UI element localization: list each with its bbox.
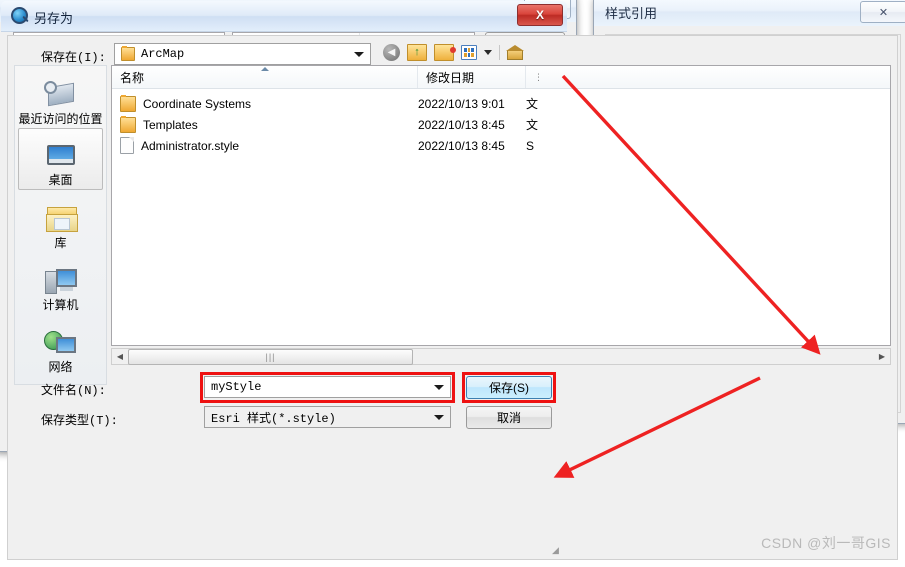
save-in-value: ArcMap [141,47,185,61]
chevron-down-icon[interactable] [434,415,444,420]
file-name-cell: Templates [112,115,418,133]
column-header-name[interactable]: 名称 [112,66,418,88]
place-label: 库 [54,236,67,250]
save-as-cancel-label: 取消 [496,411,521,425]
file-list[interactable]: 名称 修改日期 ⋮ Coordinate Systems 2022/10/13 … [111,65,891,346]
style-reference-close-button[interactable]: ✕ [860,1,905,23]
place-label: 桌面 [48,173,73,187]
filename-label: 文件名(N): [41,384,106,398]
file-date-cell: 2022/10/13 9:01 [418,96,505,111]
sort-ascending-icon [260,67,269,71]
filename-value: myStyle [211,380,262,394]
file-list-header: 名称 修改日期 ⋮ [112,66,890,89]
screenshot-root: 样式管理器 ✕ C:\Users\Administrator\AppData\R… [0,0,905,567]
column-header-date[interactable]: 修改日期 [418,66,526,88]
save-as-title: 另存为 [34,11,74,26]
table-row[interactable]: Templates 2022/10/13 8:45 文 [112,114,890,135]
file-type-cell: 文 [526,97,539,111]
place-label: 最近访问的位置 [18,112,103,126]
scroll-thumb[interactable]: ||| [128,348,413,365]
style-reference-title: 样式引用 [605,6,658,21]
scroll-right-icon[interactable]: ▶ [874,349,890,364]
place-computer[interactable]: 计算机 [15,252,106,314]
chevron-down-icon[interactable] [434,385,444,390]
file-list-hscrollbar[interactable]: ◀ ||| ▶ [111,348,891,365]
filetype-value: Esri 样式(*.style) [211,411,336,426]
network-icon [43,329,78,359]
close-icon: ✕ [878,6,889,19]
up-folder-icon[interactable]: ↑ [407,44,427,61]
style-reference-titlebar[interactable]: 样式引用 ✕ [594,0,905,27]
libraries-icon [44,205,78,235]
save-button[interactable]: 保存(S) [466,376,552,399]
save-as-dialog: 另存为 X 保存在(I): ArcMap ◀ ↑ 最近访问的位置 桌面 库 计算… [0,0,898,560]
views-dropdown-icon[interactable] [484,50,492,55]
resize-grip-icon[interactable]: ◢ [552,546,562,556]
chevron-down-icon[interactable] [354,52,364,57]
file-date-cell: 2022/10/13 8:45 [418,138,505,153]
place-label: 网络 [48,360,73,374]
save-as-titlebar[interactable]: 另存为 X [1,1,567,32]
place-network[interactable]: 网络 [15,314,106,376]
column-grip-icon: ⋮ [534,71,544,82]
table-row[interactable]: Administrator.style 2022/10/13 8:45 S [112,135,890,156]
new-folder-icon[interactable] [434,44,456,61]
app-icon [11,7,28,24]
table-row[interactable]: Coordinate Systems 2022/10/13 9:01 文 [112,93,890,114]
close-icon: X [535,8,544,22]
back-icon[interactable]: ◀ [383,44,400,61]
file-name-cell: Administrator.style [112,137,418,154]
folder-icon [120,115,136,133]
desktop-icon [44,142,78,172]
file-date-cell: 2022/10/13 8:45 [418,117,505,132]
folder-icon [121,46,135,61]
file-type-cell: S [526,138,535,153]
save-as-toolbar: ◀ ↑ [383,44,525,61]
save-as-content: 保存在(I): ArcMap ◀ ↑ 最近访问的位置 桌面 库 计算机 网络 名… [7,35,898,560]
document-icon [120,137,134,154]
place-desktop[interactable]: 桌面 [18,128,103,190]
filetype-combo[interactable]: Esri 样式(*.style) [204,406,451,428]
home-icon[interactable] [506,45,525,60]
views-icon[interactable] [461,45,477,60]
recent-places-icon [43,81,78,111]
filename-input[interactable]: myStyle [204,376,451,398]
file-name-cell: Coordinate Systems [112,94,418,112]
save-in-label: 保存在(I): [41,51,106,65]
place-label: 计算机 [42,298,79,312]
save-button-label: 保存(S) [489,381,529,395]
toolbar-separator [499,45,500,60]
computer-icon [44,267,78,297]
place-libraries[interactable]: 库 [15,190,106,252]
save-as-cancel-button[interactable]: 取消 [466,406,552,429]
file-name: Administrator.style [141,138,240,153]
column-header-type[interactable]: ⋮ [526,66,890,88]
place-recent[interactable]: 最近访问的位置 [15,66,106,128]
save-as-close-button[interactable]: X [517,4,563,26]
watermark: CSDN @刘一哥GIS [761,535,891,551]
places-bar: 最近访问的位置 桌面 库 计算机 网络 [14,65,107,385]
filetype-label: 保存类型(T): [41,414,118,428]
save-in-combo[interactable]: ArcMap [114,43,371,65]
file-name: Templates [143,117,198,132]
file-name: Coordinate Systems [143,96,252,111]
scroll-left-icon[interactable]: ◀ [112,349,128,364]
file-type-cell: 文 [526,118,539,132]
folder-icon [120,94,136,112]
